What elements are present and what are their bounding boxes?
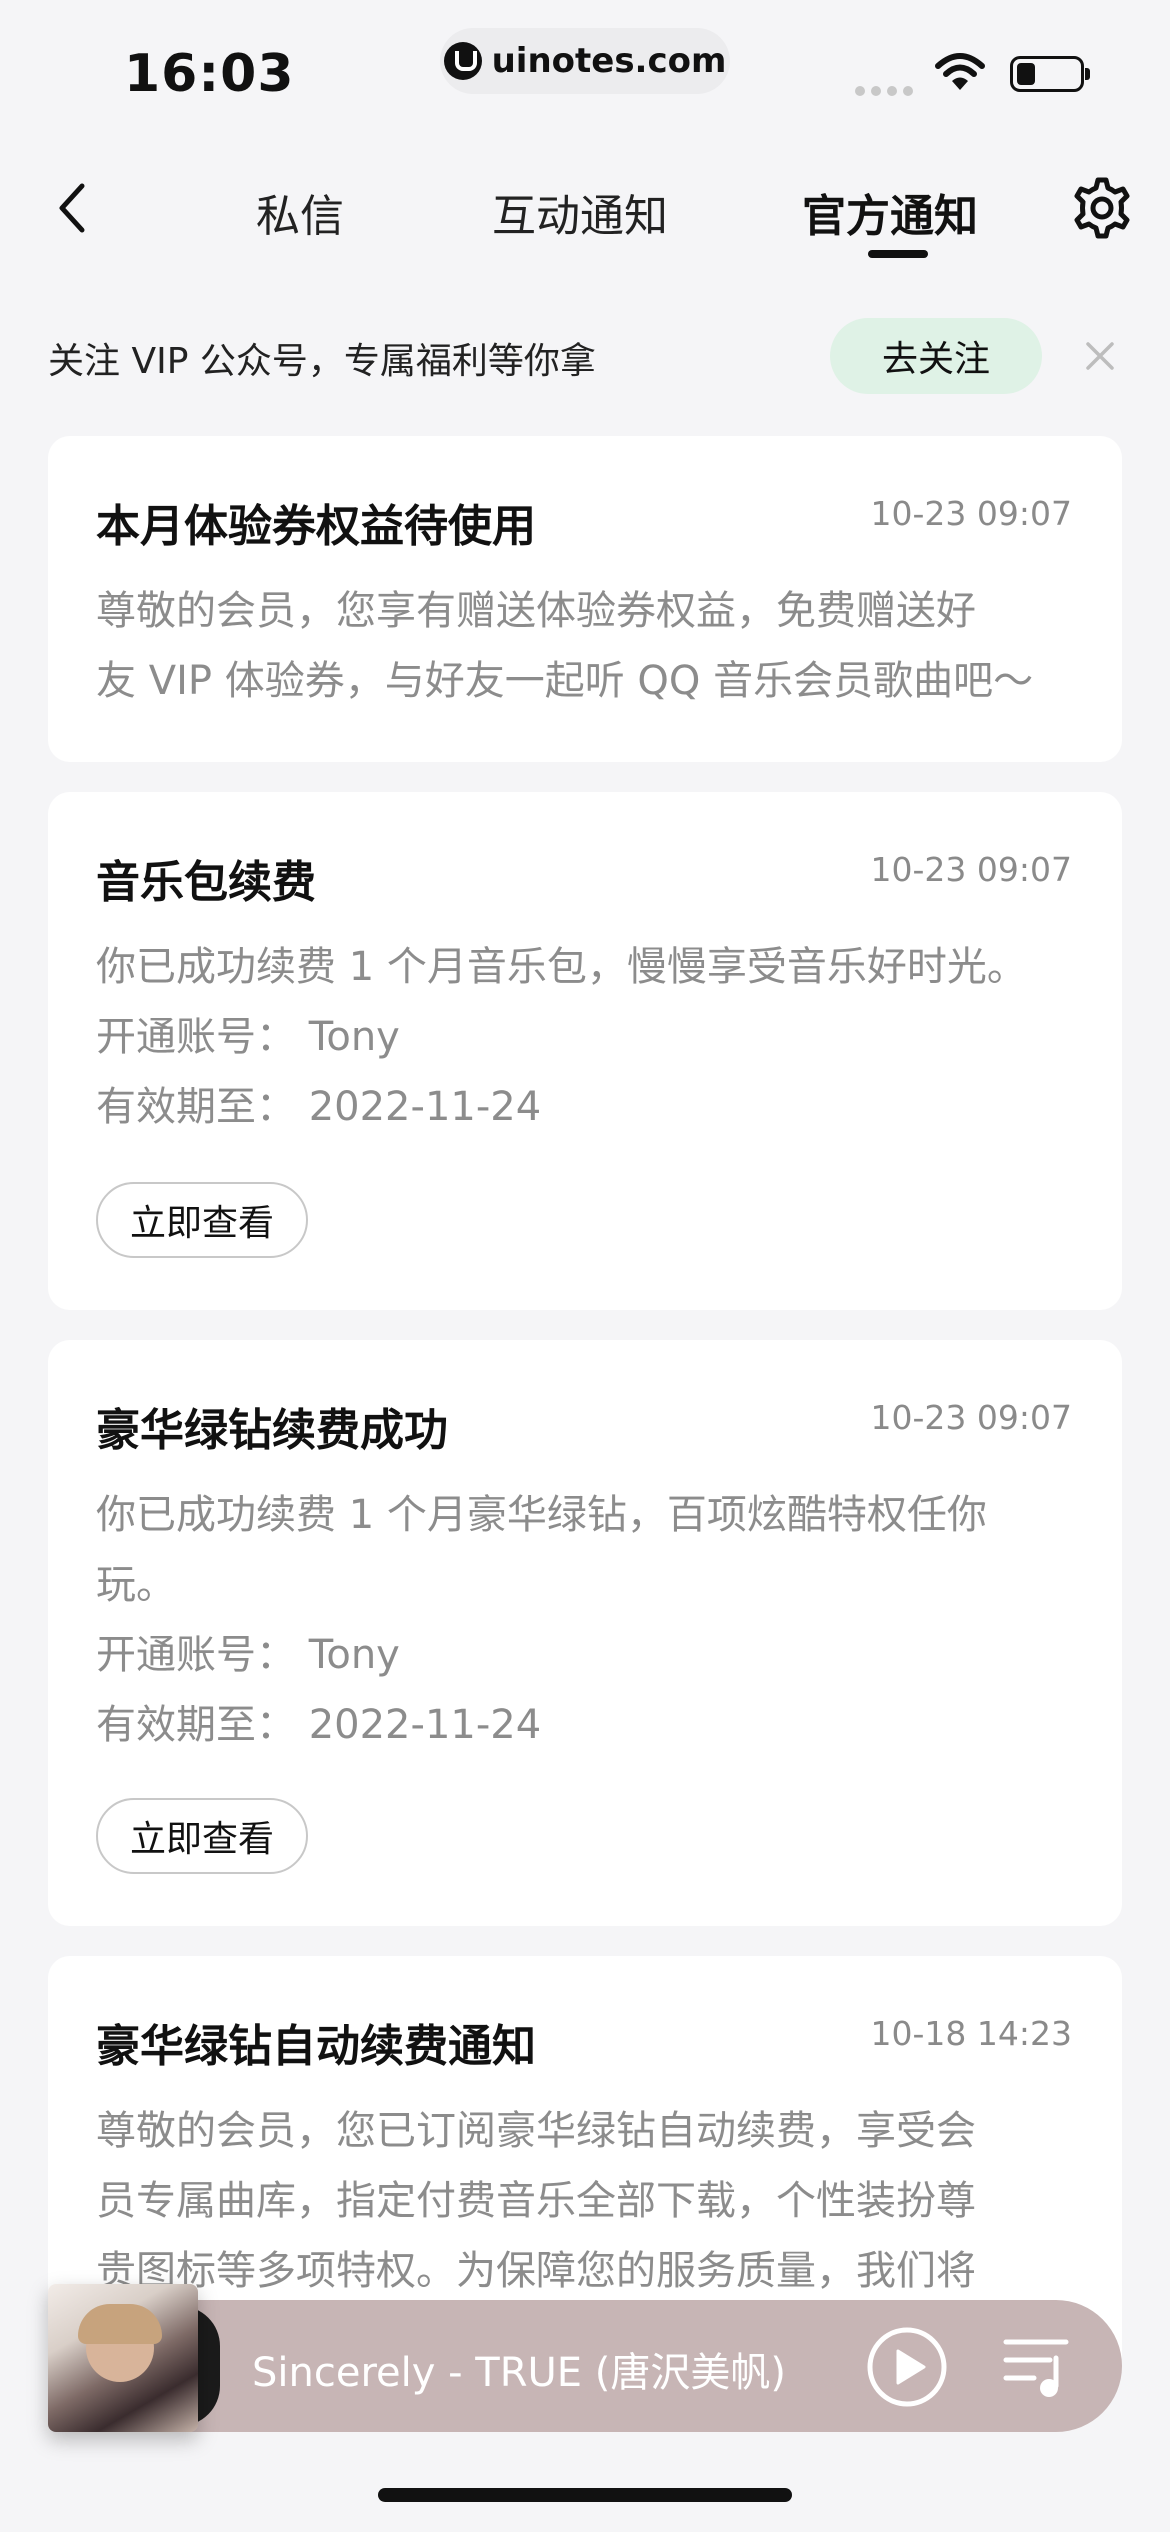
notification-card[interactable]: 音乐包续费 10-23 09:07 你已成功续费 1 个月音乐包，慢慢享受音乐好… xyxy=(48,792,1122,1310)
notification-line: 员专属曲库，指定付费音乐全部下载，个性装扮尊 xyxy=(96,2178,976,2224)
play-icon[interactable] xyxy=(866,2326,948,2408)
tab-official-notices[interactable]: 官方通知 xyxy=(802,180,978,244)
notification-title: 音乐包续费 xyxy=(96,857,316,908)
notification-time: 10-23 09:07 xyxy=(870,1398,1072,1437)
battery-icon xyxy=(1010,56,1090,92)
url-text: uinotes.com xyxy=(491,41,727,81)
account-line: 开通账号： Tony xyxy=(96,1632,400,1678)
notification-card[interactable]: 本月体验券权益待使用 10-23 09:07 尊敬的会员，您享有赠送体验券权益，… xyxy=(48,436,1122,762)
wifi-icon xyxy=(935,53,985,90)
notification-line: 玩。 xyxy=(96,1562,176,1608)
notification-title: 豪华绿钻自动续费通知 xyxy=(96,2021,536,2072)
back-icon[interactable] xyxy=(48,180,104,236)
view-now-button[interactable]: 立即查看 xyxy=(96,1182,308,1258)
notification-line: 尊敬的会员，您享有赠送体验券权益，免费赠送好 xyxy=(96,588,976,634)
notification-line: 贵图标等多项特权。为保障您的服务质量，我们将 xyxy=(96,2248,976,2294)
notification-line: 你已成功续费 1 个月音乐包，慢慢享受音乐好时光。 xyxy=(96,944,1027,990)
home-indicator[interactable] xyxy=(378,2488,792,2502)
expiry-line: 有效期至： 2022-11-24 xyxy=(96,1084,542,1130)
top-nav: 私信 互动通知 官方通知 xyxy=(0,140,1170,270)
notification-body: 你已成功续费 1 个月豪华绿钻，百项炫酷特权任你 玩。 开通账号： Tony 有… xyxy=(96,1480,1076,1760)
account-line: 开通账号： Tony xyxy=(96,1014,400,1060)
notification-card[interactable]: 豪华绿钻续费成功 10-23 09:07 你已成功续费 1 个月豪华绿钻，百项炫… xyxy=(48,1340,1122,1926)
notification-title: 豪华绿钻续费成功 xyxy=(96,1405,448,1456)
settings-icon[interactable] xyxy=(1070,176,1134,240)
view-now-button[interactable]: 立即查看 xyxy=(96,1798,308,1874)
notification-time: 10-23 09:07 xyxy=(870,494,1072,533)
tab-private-messages[interactable]: 私信 xyxy=(256,180,344,244)
album-cover[interactable] xyxy=(48,2284,198,2432)
site-logo-icon xyxy=(443,42,482,80)
expiry-line: 有效期至： 2022-11-24 xyxy=(96,1702,542,1748)
notification-line: 尊敬的会员，您已订阅豪华绿钻自动续费，享受会 xyxy=(96,2108,976,2154)
notification-line: 友 VIP 体验券，与好友一起听 QQ 音乐会员歌曲吧～ xyxy=(96,658,1034,704)
follow-banner-text: 关注 VIP 公众号，专属福利等你拿 xyxy=(48,341,596,382)
now-playing-title[interactable]: Sincerely - TRUE (唐沢美帆) xyxy=(252,2340,786,2398)
follow-banner: 关注 VIP 公众号，专属福利等你拿 去关注 xyxy=(0,290,1170,420)
signal-icon xyxy=(855,86,913,96)
playlist-icon[interactable] xyxy=(1000,2332,1076,2402)
status-bar: 16:03 uinotes.com xyxy=(0,0,1170,140)
status-time: 16:03 xyxy=(124,44,295,104)
close-icon[interactable] xyxy=(1078,334,1122,378)
notification-title: 本月体验券权益待使用 xyxy=(96,501,536,552)
tab-interaction-notices[interactable]: 互动通知 xyxy=(492,180,668,244)
notification-body: 尊敬的会员，您已订阅豪华绿钻自动续费，享受会 员专属曲库，指定付费音乐全部下载，… xyxy=(96,2096,1076,2306)
notification-time: 10-18 14:23 xyxy=(870,2014,1072,2053)
notification-line: 你已成功续费 1 个月豪华绿钻，百项炫酷特权任你 xyxy=(96,1492,987,1538)
follow-button[interactable]: 去关注 xyxy=(830,318,1042,394)
url-pill[interactable]: uinotes.com xyxy=(440,28,730,94)
notification-body: 尊敬的会员，您享有赠送体验券权益，免费赠送好 友 VIP 体验券，与好友一起听 … xyxy=(96,576,1076,716)
notification-time: 10-23 09:07 xyxy=(870,850,1072,889)
active-tab-indicator xyxy=(868,250,928,258)
notification-body: 你已成功续费 1 个月音乐包，慢慢享受音乐好时光。 开通账号： Tony 有效期… xyxy=(96,932,1076,1142)
